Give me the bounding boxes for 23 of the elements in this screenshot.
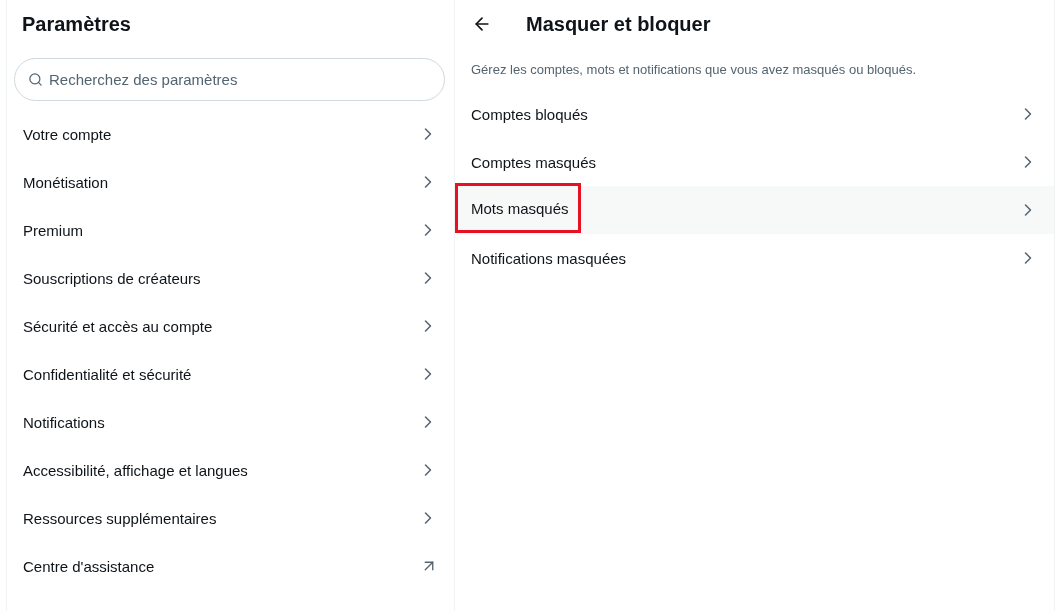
settings-item[interactable]: Souscriptions de créateurs xyxy=(7,254,454,302)
search-icon xyxy=(28,72,43,87)
menu-item-label: Notifications masquées xyxy=(471,249,627,267)
search-field[interactable]: Recherchez des paramètres xyxy=(14,58,445,101)
menu-item[interactable]: Notifications masquées xyxy=(455,234,1054,282)
settings-item[interactable]: Centre d'assistance xyxy=(7,542,454,590)
panel-title: Paramètres xyxy=(22,11,131,36)
settings-item[interactable]: Monétisation xyxy=(7,158,454,206)
settings-item[interactable]: Votre compte xyxy=(7,110,454,158)
menu-item[interactable]: Comptes bloqués xyxy=(455,90,1054,138)
panel-title: Masquer et bloquer xyxy=(526,11,711,36)
settings-item[interactable]: Accessibilité, affichage et langues xyxy=(7,446,454,494)
settings-item[interactable]: Notifications xyxy=(7,398,454,446)
settings-item[interactable]: Confidentialité et sécurité xyxy=(7,350,454,398)
settings-item[interactable]: Premium xyxy=(7,206,454,254)
menu-item[interactable]: Mots masqués xyxy=(455,186,1054,234)
menu-item-label: Mots masqués xyxy=(471,199,569,217)
menu-item-label: Comptes bloqués xyxy=(471,105,588,123)
description-text: Gérez les comptes, mots et notifications que vous avez masqués ou bloqués. xyxy=(470,61,918,79)
settings-item[interactable]: Ressources supplémentaires xyxy=(7,494,454,542)
settings-item[interactable]: Sécurité et accès au compte xyxy=(7,302,454,350)
menu-item[interactable]: Comptes masqués xyxy=(455,138,1054,186)
menu-item-label: Comptes masqués xyxy=(471,153,597,171)
